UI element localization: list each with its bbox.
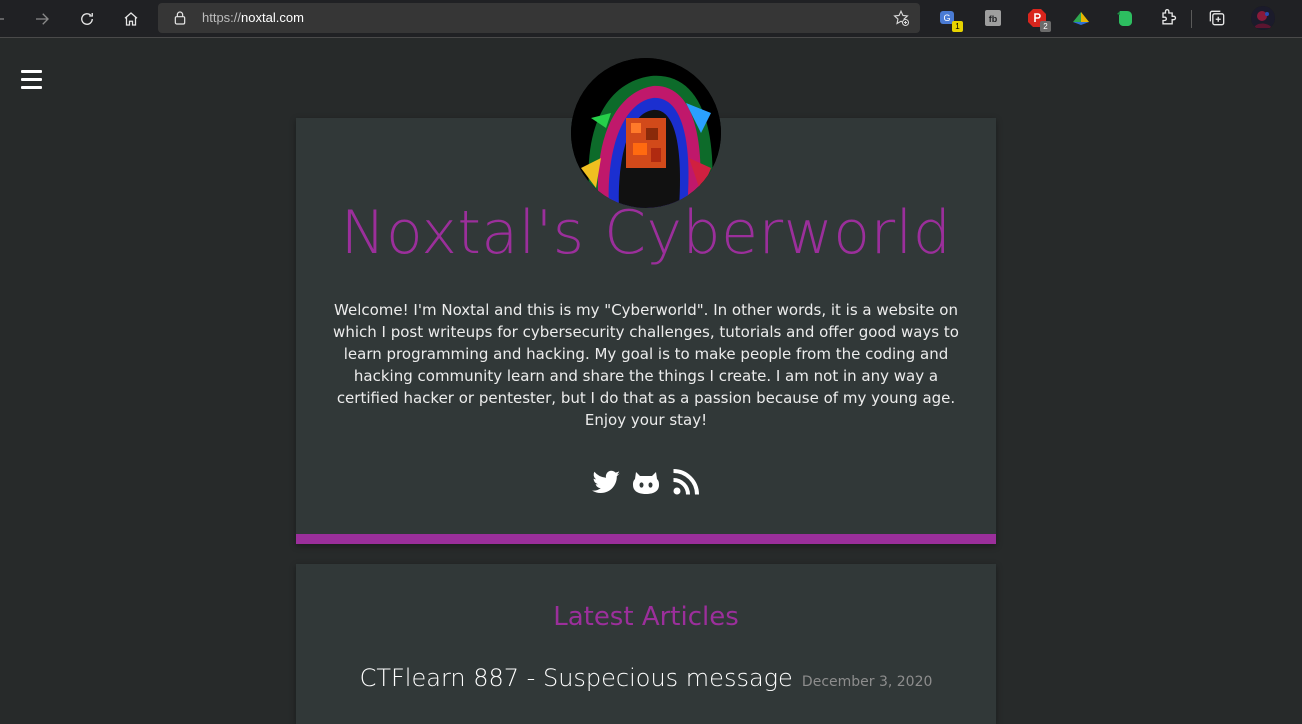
latest-articles-heading: Latest Articles [553, 602, 739, 632]
article-date: December 3, 2020 [801, 674, 933, 690]
article-item: CTFlearn 887 - Suspecious message Decemb… [296, 664, 996, 692]
latest-articles-card: Latest Articles CTFlearn 887 - Suspeciou… [296, 564, 996, 724]
forward-button[interactable] [30, 7, 54, 31]
home-button[interactable] [119, 7, 143, 31]
menu-button[interactable] [21, 70, 42, 90]
refresh-button[interactable] [75, 7, 99, 31]
color-extension-icon [1073, 12, 1089, 25]
url-text: https://noxtal.com [202, 10, 304, 25]
translate-extension-badge: 1 [952, 21, 963, 32]
site-title: Noxtal's Cyberworld [340, 198, 952, 268]
back-arrow-icon [0, 18, 4, 20]
home-icon [124, 12, 138, 26]
fb-extension-button[interactable]: fb [983, 8, 1003, 28]
fb-extension-icon: fb [985, 10, 1001, 26]
lock-icon[interactable] [172, 10, 188, 26]
translate-extension-button[interactable]: G 1 [939, 8, 963, 32]
refresh-icon [81, 13, 93, 25]
profile-avatar-icon [1251, 6, 1275, 30]
github-icon[interactable] [630, 466, 662, 498]
adblock-extension-badge: 2 [1040, 21, 1051, 32]
collections-icon [1209, 10, 1225, 26]
toolbar-separator [1191, 10, 1192, 28]
adblock-extension-button[interactable]: 2 [1027, 8, 1051, 32]
evernote-extension-icon [1117, 11, 1132, 26]
profile-avatar-button[interactable] [1251, 6, 1275, 30]
browser-toolbar: https://noxtal.com G 1 fb 2 [0, 0, 1302, 38]
social-links [296, 466, 996, 498]
hooded-hacker-image [571, 58, 721, 208]
puzzle-icon [1162, 9, 1177, 25]
collections-button[interactable] [1207, 8, 1227, 28]
address-bar[interactable]: https://noxtal.com [158, 3, 920, 33]
article-title-link[interactable]: CTFlearn 887 - Suspecious message [360, 664, 793, 692]
add-favorite-icon[interactable] [892, 9, 910, 27]
site-avatar [571, 58, 721, 208]
svg-text:G: G [943, 13, 950, 23]
hero-accent-bar [296, 534, 996, 544]
svg-text:fb: fb [989, 14, 998, 24]
forward-arrow-icon [36, 13, 49, 25]
site-intro: Welcome! I'm Noxtal and this is my "Cybe… [333, 301, 959, 429]
evernote-extension-button[interactable] [1115, 8, 1135, 28]
rss-icon[interactable] [670, 466, 702, 498]
extensions-button[interactable] [1158, 8, 1178, 28]
twitter-icon[interactable] [590, 466, 622, 498]
back-button[interactable] [0, 7, 10, 31]
color-extension-button[interactable] [1071, 8, 1091, 28]
